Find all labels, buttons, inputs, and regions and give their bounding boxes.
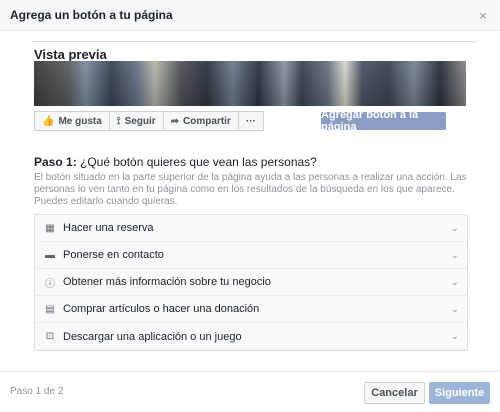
option-label: Ponerse en contacto: [63, 249, 164, 261]
rss-icon: ⟟: [116, 115, 121, 127]
follow-label: Seguir: [124, 115, 156, 127]
info-icon: ⓘ: [45, 278, 55, 290]
add-button-dialog: Agrega un botón a tu página × Vista prev…: [0, 0, 500, 412]
chevron-down-icon: ⌄: [450, 331, 459, 342]
cover-shade: [34, 61, 466, 106]
close-icon[interactable]: ×: [476, 8, 490, 23]
step-counter: Paso 1 de 2: [10, 386, 64, 397]
share-arrow-icon: ➦: [170, 115, 180, 127]
chevron-down-icon: ⌄: [450, 222, 459, 234]
calendar-icon: ▦: [45, 222, 55, 234]
chat-icon: ▬: [45, 249, 55, 261]
share-label: Compartir: [183, 115, 231, 127]
option-label: Descargar una aplicación o un juego: [63, 330, 242, 343]
dialog-body: Vista previa 👍 Me gusta ⟟ Seguir ➦ Compa…: [10, 31, 490, 371]
page-action-bar: 👍 Me gusta ⟟ Seguir ➦ Compartir ···: [34, 111, 264, 131]
dialog-title: Agrega un botón a tu página: [10, 8, 173, 22]
follow-button[interactable]: ⟟ Seguir: [108, 111, 163, 131]
button-options-list: ▦ Hacer una reserva ⌄ ▬ Ponerse en conta…: [34, 214, 468, 351]
more-button[interactable]: ···: [237, 111, 264, 131]
more-dots-icon: ···: [245, 115, 256, 127]
step-title: Paso 1: ¿Qué botón quieres que vean las …: [34, 155, 317, 169]
dialog-header: Agrega un botón a tu página ×: [0, 0, 500, 31]
option-book[interactable]: ▦ Hacer una reserva ⌄: [35, 215, 467, 242]
shopping-bag-icon: ▤: [45, 303, 55, 315]
option-label: Hacer una reserva: [63, 222, 154, 234]
chevron-down-icon: ⌄: [450, 303, 459, 315]
add-button-to-page[interactable]: Agregar botón a la página: [321, 109, 446, 133]
chevron-down-icon: ⌄: [450, 276, 459, 288]
step-description: El botón situado en la parte superior de…: [34, 172, 467, 207]
next-button[interactable]: Siguiente: [429, 382, 490, 404]
option-contact[interactable]: ▬ Ponerse en contacto ⌄: [35, 242, 467, 269]
download-icon: ⊡: [45, 331, 55, 342]
option-download[interactable]: ⊡ Descargar una aplicación o un juego ⌄: [35, 323, 467, 350]
option-label: Obtener más información sobre tu negocio: [63, 276, 271, 288]
like-button[interactable]: 👍 Me gusta: [34, 111, 109, 131]
option-shop-donate[interactable]: ▤ Comprar artículos o hacer una donación…: [35, 296, 467, 323]
divider: [32, 41, 477, 42]
step-question: ¿Qué botón quieres que vean las personas…: [76, 155, 317, 169]
share-button[interactable]: ➦ Compartir: [162, 111, 238, 131]
step-prefix: Paso 1:: [34, 155, 77, 169]
cancel-button[interactable]: Cancelar: [364, 382, 425, 404]
cover-photo: [34, 61, 466, 106]
dialog-footer: Paso 1 de 2 Cancelar Siguiente: [0, 371, 500, 412]
chevron-down-icon: ⌄: [450, 249, 459, 261]
option-label: Comprar artículos o hacer una donación: [63, 303, 260, 315]
thumbs-up-icon: 👍: [42, 115, 55, 127]
option-learn-more[interactable]: ⓘ Obtener más información sobre tu negoc…: [35, 269, 467, 296]
like-label: Me gusta: [58, 115, 102, 127]
preview-label: Vista previa: [34, 47, 107, 62]
